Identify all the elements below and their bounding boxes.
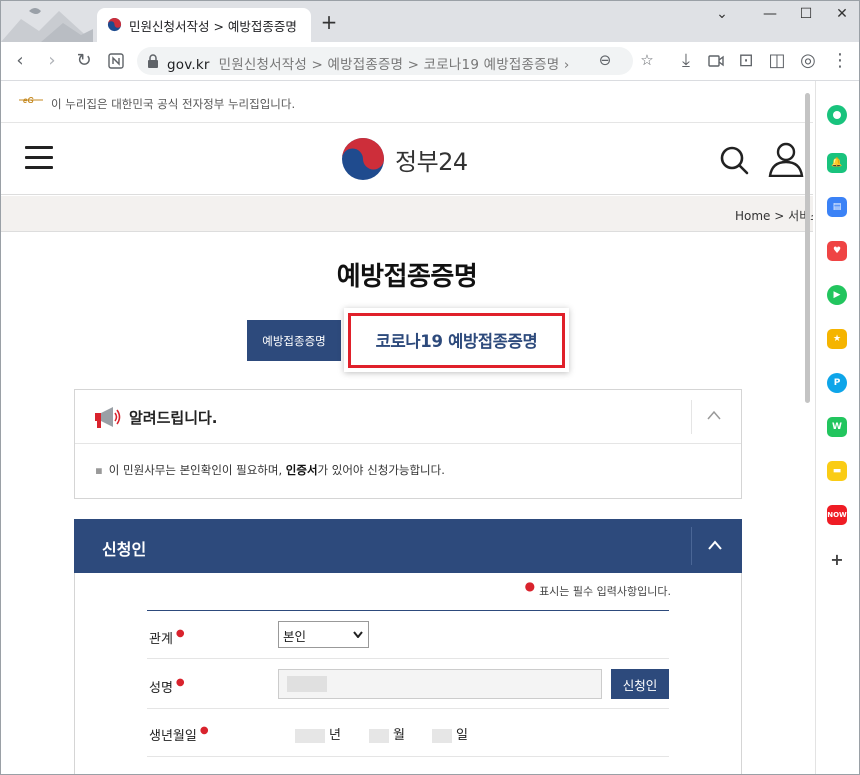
browser-toolbar: ‹ › ↻ gov.kr 민원신청서작성 > 예방접종증명 > 코로나19 예방… [1, 42, 859, 80]
notice-body: ▪ 이 민원사무는 본인확인이 필요하며, 인증서가 있어야 신청가능합니다. [95, 463, 445, 477]
gov24-logo[interactable]: 정부24 [341, 136, 468, 182]
tab-vaccination-cert[interactable]: 예방접종증명 [247, 320, 341, 361]
gov-notice-text: 이 누리집은 대한민국 공식 전자정부 누리집입니다. [51, 97, 296, 111]
browser-tab-active[interactable]: 민원신청서작성 > 예방접종증명 [97, 8, 311, 42]
relation-select[interactable]: 본인 [278, 621, 369, 648]
applicant-divider [691, 527, 692, 565]
applicant-title: 신청인 [102, 540, 147, 559]
search-icon[interactable] [717, 143, 751, 177]
browser-side-panel: 🔔 ▤ ♥ ▶ ★ P W ▬ NOW + [815, 81, 859, 774]
add-app-plus-icon[interactable]: + [827, 549, 847, 569]
required-note: ● 표시는 필수 입력사항입니다. [524, 579, 671, 598]
birth-month[interactable]: 월 [369, 724, 405, 743]
site-header: 정부24 [1, 123, 813, 195]
download-icon[interactable]: ⤓ [675, 50, 697, 72]
naver-n-icon[interactable] [105, 50, 127, 72]
browser-window: 민원신청서작성 > 예방접종증명 + ⌄ — ☐ ✕ ‹ › ↻ gov.kr … [0, 0, 860, 775]
video-icon[interactable] [705, 50, 727, 72]
notice-title: 알려드립니다. [129, 409, 218, 427]
chevron-down-icon [353, 631, 363, 638]
brand-name: 정부24 [395, 147, 468, 176]
name-label: 성명 ● [149, 677, 185, 696]
forward-arrow-icon[interactable]: › [41, 50, 63, 72]
breadcrumb: Home > 서비스 [1, 196, 813, 232]
notification-bell-icon[interactable]: 🔔 [827, 153, 847, 173]
split-view-icon[interactable]: ◫ [766, 50, 788, 72]
back-arrow-icon[interactable]: ‹ [9, 50, 31, 72]
applicant-section-header[interactable]: 신청인 [74, 519, 742, 573]
theme-decoration [1, 1, 93, 42]
address-url: gov.kr 민원신청서작성 > 예방접종증명 > 코로나19 예방접종증명 › [167, 57, 570, 73]
papago-app-icon[interactable]: P [827, 373, 847, 393]
minimize-icon[interactable]: — [757, 6, 783, 24]
hamburger-menu-icon[interactable] [25, 146, 53, 170]
webtoon-app-icon[interactable]: W [827, 417, 847, 437]
relation-label: 관계 ● [149, 628, 185, 647]
breadcrumb-text[interactable]: Home > 서비스 [735, 207, 813, 224]
pocket-app-icon[interactable]: ♥ [827, 241, 847, 261]
masked-name [287, 676, 327, 692]
lock-icon [148, 54, 158, 68]
browser-tab-title: 민원신청서작성 > 예방접종증명 [129, 19, 297, 34]
megaphone-icon [95, 407, 121, 428]
birthdate-label: 생년월일 ● [149, 725, 209, 744]
now-app-icon[interactable]: NOW [827, 505, 847, 525]
notice-panel: 알려드립니다. ▪ 이 민원사무는 본인확인이 필요하며, 인증서가 있어야 신청… [74, 389, 742, 499]
tab-covid19-vaccination-cert[interactable]: 코로나19 예방접종증명 [344, 308, 569, 372]
chevron-up-icon[interactable] [708, 540, 722, 550]
address-bar[interactable]: gov.kr 민원신청서작성 > 예방접종증명 > 코로나19 예방접종증명 ›… [137, 47, 654, 75]
taegeuk-logo-icon [342, 138, 384, 180]
briefcase-app-icon[interactable]: ▤ [827, 197, 847, 217]
zoom-icon[interactable]: ⊖ [595, 51, 615, 71]
applicant-form: ● 표시는 필수 입력사항입니다. 관계 ● 본인 성명 ● 신청인 생년월일 ● 년 … [74, 573, 742, 774]
egov-mark-icon: eG [19, 95, 43, 108]
close-window-icon[interactable]: ✕ [829, 6, 855, 24]
tab-search-chevron-icon[interactable]: ⌄ [709, 6, 735, 24]
gov24-favicon-icon [107, 17, 122, 32]
new-tab-plus-icon[interactable]: + [319, 12, 339, 32]
name-field[interactable] [278, 669, 602, 699]
play-app-icon[interactable]: ▶ [827, 285, 847, 305]
green-circle-app-icon[interactable] [827, 105, 847, 125]
tab-covid19-label: 코로나19 예방접종증명 [375, 332, 538, 351]
notice-divider [691, 400, 692, 434]
maximize-icon[interactable]: ☐ [793, 6, 819, 24]
tab-strip: 민원신청서작성 > 예방접종증명 + ⌄ — ☐ ✕ [1, 1, 859, 42]
page-scrollbar[interactable] [805, 93, 810, 403]
capture-icon[interactable]: ⊡ [735, 50, 757, 72]
chevron-up-icon[interactable] [707, 410, 721, 420]
relation-row: 관계 ● 본인 [147, 611, 669, 659]
birthdate-row: 생년월일 ● 년 월 일 [147, 709, 669, 757]
profile-icon[interactable]: ◎ [797, 50, 819, 72]
memo-app-icon[interactable]: ▬ [827, 461, 847, 481]
reload-icon[interactable]: ↻ [73, 50, 95, 72]
birth-day[interactable]: 일 [432, 724, 468, 743]
svg-text:eG: eG [23, 96, 34, 105]
gov-notice-bar: eG 이 누리집은 대한민국 공식 전자정부 누리집입니다. [1, 81, 813, 123]
bullet-dot: ▪ [95, 463, 103, 477]
menu-dots-icon[interactable]: ⋮ [829, 50, 851, 72]
web-page: eG 이 누리집은 대한민국 공식 전자정부 누리집입니다. 정부24 Home… [1, 81, 813, 774]
name-row: 성명 ● 신청인 [147, 659, 669, 709]
bookmark-star-icon[interactable]: ☆ [637, 51, 657, 71]
page-title: 예방접종증명 [336, 262, 478, 292]
birth-year[interactable]: 년 [295, 724, 341, 743]
applicant-button[interactable]: 신청인 [611, 669, 669, 699]
user-login-icon[interactable] [767, 141, 805, 177]
certificate-emphasis: 인증서 [285, 463, 318, 477]
notice-panel-header[interactable]: 알려드립니다. [75, 390, 741, 444]
star-app-icon[interactable]: ★ [827, 329, 847, 349]
